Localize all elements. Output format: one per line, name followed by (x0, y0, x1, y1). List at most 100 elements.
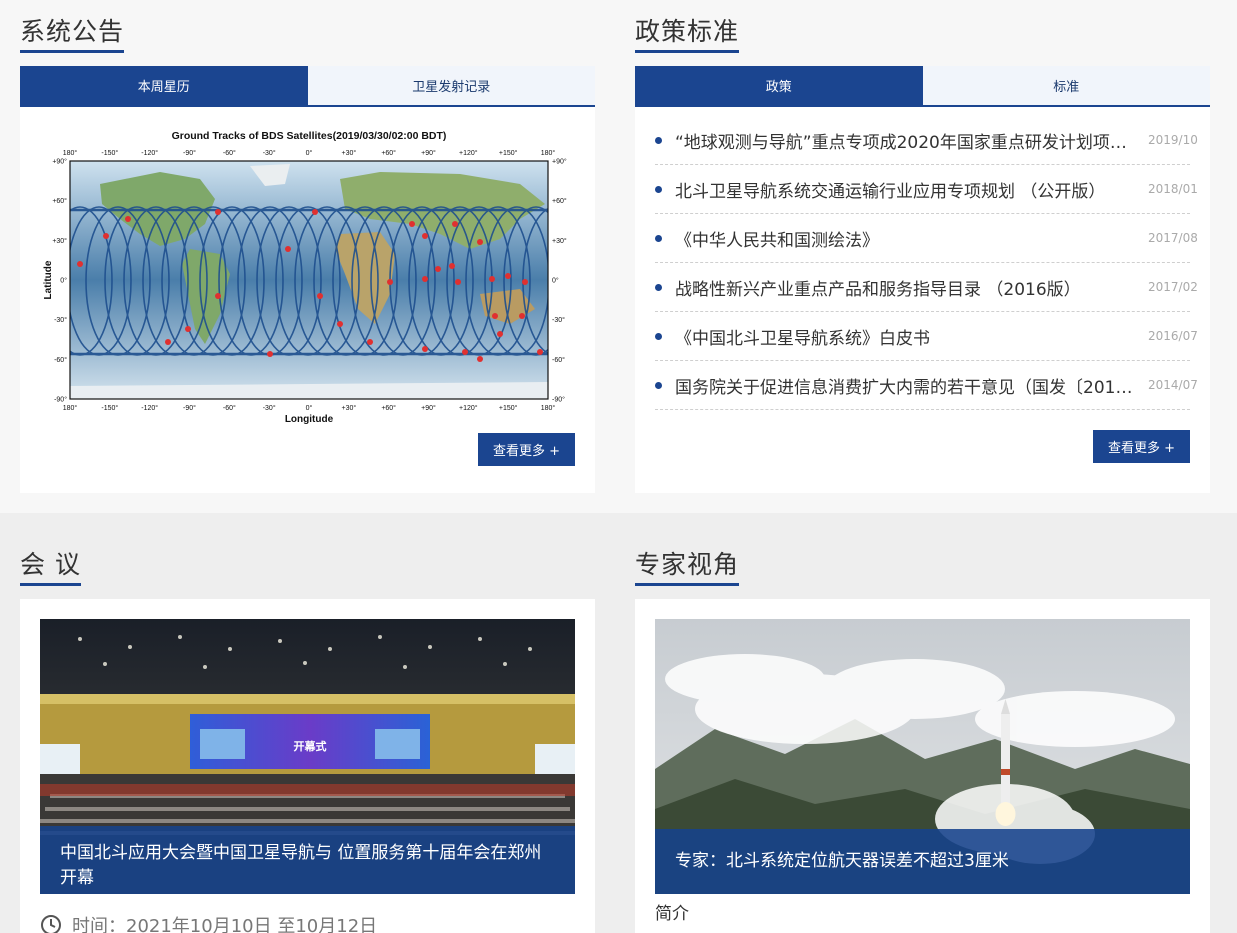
tab-weekly-ephemeris[interactable]: 本周星历 (20, 66, 308, 105)
policy-tabs: 政策 标准 (635, 66, 1210, 107)
meeting-time-row: 时间： 2021年10月10日 至10月12日 (40, 914, 377, 933)
clock-icon (41, 915, 61, 933)
policy-section-title: 政策标准 (635, 17, 740, 53)
map-y-tick-label: -60° (552, 356, 565, 364)
satellite-marker (103, 233, 109, 239)
map-y-tick-label: -90° (552, 396, 565, 404)
map-x-tick-label: -60° (223, 404, 236, 412)
list-item: 《中华人民共和国测绘法》 2017/08 (655, 214, 1198, 263)
map-y-ticks-right: +90° +60° +30° 0° -30° -60° -90° (552, 158, 567, 404)
bullet-icon (655, 234, 662, 242)
satellite-marker (387, 279, 393, 285)
policy-item-title[interactable]: 战略性新兴产业重点产品和服务指导目录 （2016版） (675, 275, 1148, 300)
satellite-marker (505, 273, 511, 279)
map-x-tick-label: +90° (421, 149, 436, 157)
policy-item-date: 2017/02 (1148, 280, 1198, 294)
policy-list: “地球观测与导航”重点专项成2020年国家重点研发计划项目申报指南 2019/10… (655, 116, 1198, 410)
map-y-tick-label: +60° (52, 197, 67, 205)
map-x-tick-label: -30° (263, 404, 276, 412)
satellite-marker (435, 266, 441, 272)
map-x-tick-label: +90° (421, 404, 436, 412)
list-item: “地球观测与导航”重点专项成2020年国家重点研发计划项目申报指南 2019/10 (655, 116, 1198, 165)
list-item: 《中国北斗卫星导航系统》白皮书 2016/07 (655, 312, 1198, 361)
satellite-marker (462, 349, 468, 355)
expert-intro-label: 简介 (655, 904, 689, 924)
map-x-tick-label: 180° (63, 404, 78, 412)
satellite-marker (455, 279, 461, 285)
policy-item-title[interactable]: 《中国北斗卫星导航系统》白皮书 (675, 324, 1148, 349)
satellite-marker (519, 313, 525, 319)
satellite-marker (422, 346, 428, 352)
ground-track-map: Ground Tracks of BDS Satellites(2019/03/… (43, 130, 567, 425)
list-item: 战略性新兴产业重点产品和服务指导目录 （2016版） 2017/02 (655, 263, 1198, 312)
map-x-tick-label: -120° (141, 404, 158, 412)
satellite-marker (165, 339, 171, 345)
satellite-marker (477, 356, 483, 362)
satellite-marker (285, 246, 291, 252)
satellite-marker (77, 261, 83, 267)
map-y-tick-label: 0° (60, 277, 67, 285)
satellite-marker (215, 209, 221, 215)
meeting-time-label: 时间： (72, 916, 126, 933)
policy-item-date: 2019/10 (1148, 133, 1198, 147)
policy-item-title[interactable]: 北斗卫星导航系统交通运输行业应用专项规划 （公开版） (675, 177, 1148, 202)
tab-standard[interactable]: 标准 (922, 66, 1210, 105)
satellite-marker (409, 221, 415, 227)
policy-item-title[interactable]: “地球观测与导航”重点专项成2020年国家重点研发计划项目申报指南 (675, 128, 1148, 153)
map-x-tick-label: -150° (101, 149, 118, 157)
satellite-marker (497, 331, 503, 337)
map-x-tick-label: +60° (381, 404, 396, 412)
expert-caption: 专家：北斗系统定位航天器误差不超过3厘米 (655, 829, 1190, 894)
announcement-more-button[interactable]: 查看更多 + (478, 433, 575, 466)
map-x-tick-label: -60° (223, 149, 236, 157)
map-ylabel: Latitude (43, 260, 54, 299)
meeting-photo[interactable]: 开幕式 中国北斗应用大会暨中国卫星导航与 位置服务第十届年会在郑州开幕 (40, 619, 575, 894)
satellite-marker (522, 279, 528, 285)
satellite-marker (449, 263, 455, 269)
map-x-tick-label: +30° (341, 404, 356, 412)
list-item: 国务院关于促进信息消费扩大内需的若干意见（国发〔2013〕32号） 2014/07 (655, 361, 1198, 410)
satellite-marker (537, 349, 543, 355)
map-x-tick-label: +60° (381, 149, 396, 157)
satellite-marker (125, 216, 131, 222)
policy-item-date: 2016/07 (1148, 329, 1198, 343)
tab-launch-records[interactable]: 卫星发射记录 (307, 66, 595, 105)
map-x-tick-label: 0° (306, 149, 313, 157)
map-y-tick-label: -30° (54, 316, 67, 324)
satellite-marker (489, 276, 495, 282)
stage-screen-text: 开幕式 (294, 739, 327, 753)
satellite-marker (185, 326, 191, 332)
map-x-tick-label: -90° (183, 404, 196, 412)
map-x-tick-label: +150° (499, 149, 518, 157)
policy-item-date: 2017/08 (1148, 231, 1198, 245)
expert-photo[interactable]: 专家：北斗系统定位航天器误差不超过3厘米 (655, 619, 1190, 894)
policy-more-button[interactable]: 查看更多 + (1093, 430, 1190, 463)
map-y-tick-label: +30° (52, 237, 67, 245)
satellite-marker (317, 293, 323, 299)
map-y-tick-label: -60° (54, 356, 67, 364)
map-x-tick-label: 180° (63, 149, 78, 157)
map-x-tick-label: 0° (306, 404, 313, 412)
map-y-tick-label: +30° (552, 237, 567, 245)
policy-item-title[interactable]: 《中华人民共和国测绘法》 (675, 226, 1148, 251)
satellite-marker (492, 313, 498, 319)
satellite-marker (215, 293, 221, 299)
policy-item-title[interactable]: 国务院关于促进信息消费扩大内需的若干意见（国发〔2013〕32号） (675, 373, 1148, 398)
bullet-icon (655, 185, 662, 193)
map-xlabel: Longitude (285, 414, 334, 425)
satellite-marker (422, 233, 428, 239)
map-y-tick-label: -90° (54, 396, 67, 404)
satellite-marker (312, 209, 318, 215)
tab-policy[interactable]: 政策 (635, 66, 923, 105)
satellite-marker (422, 276, 428, 282)
map-x-tick-label: +120° (459, 149, 478, 157)
satellite-marker (337, 321, 343, 327)
map-x-tick-label: 180° (541, 404, 556, 412)
map-y-ticks-left: +90° +60° +30° 0° -30° -60° -90° (52, 158, 67, 404)
map-x-tick-label: -150° (101, 404, 118, 412)
satellite-marker (267, 351, 273, 357)
bullet-icon (655, 332, 662, 340)
map-y-tick-label: +90° (52, 158, 67, 166)
satellite-marker (367, 339, 373, 345)
map-y-tick-label: -30° (552, 316, 565, 324)
